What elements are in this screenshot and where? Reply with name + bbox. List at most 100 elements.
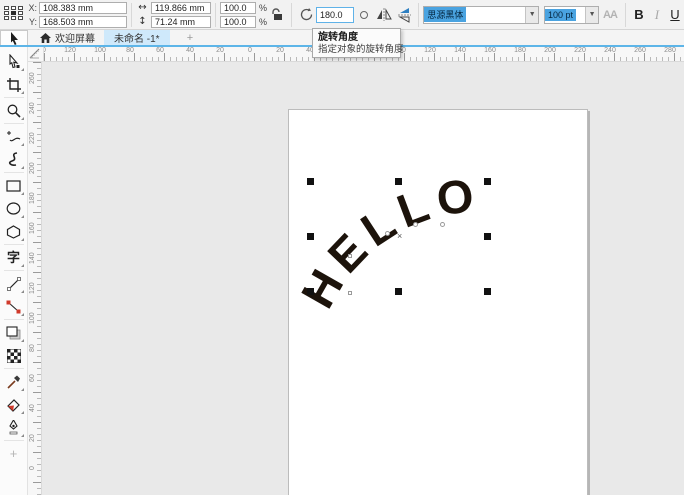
h-ruler-label: 40 <box>178 47 202 54</box>
zoom-tool[interactable] <box>2 99 26 122</box>
font-family-dropdown-arrow[interactable]: ▼ <box>525 7 538 23</box>
tab-welcome-label: 欢迎屏幕 <box>55 30 95 45</box>
connector-tool[interactable] <box>2 295 26 318</box>
bold-button[interactable]: B <box>630 5 648 25</box>
scale-x-input[interactable]: 100.0 <box>220 2 256 14</box>
v-ruler-label: 240 <box>28 96 37 120</box>
v-ruler-label: 100 <box>28 306 37 330</box>
selection-handle[interactable] <box>307 178 314 185</box>
h-ruler-label: 160 <box>478 47 502 54</box>
tab-welcome-screen[interactable]: 欢迎屏幕 <box>30 30 105 45</box>
scale-y-input[interactable]: 100.0 <box>220 16 256 28</box>
outline-pen-tool[interactable] <box>2 416 26 439</box>
x-position-input[interactable]: 108.383 mm <box>39 2 127 14</box>
rotation-angle-input[interactable]: 180.0 <box>316 7 354 23</box>
font-size-dropdown-arrow[interactable]: ▼ <box>585 7 598 23</box>
mirror-vertical-button[interactable] <box>394 5 414 25</box>
drop-shadow-tool[interactable] <box>2 321 26 344</box>
font-family-select[interactable]: 思源黑体 ▼ <box>423 6 539 24</box>
h-ruler-label: 140 <box>448 47 472 54</box>
freehand-tool[interactable] <box>2 125 26 148</box>
v-ruler-label: 220 <box>28 126 37 150</box>
object-height-input[interactable]: 71.24 mm <box>151 16 211 28</box>
h-ruler-label: 180 <box>508 47 532 54</box>
vertical-ruler[interactable]: 260240220200180160140120100806040200 <box>28 62 42 495</box>
document-page[interactable] <box>288 109 588 495</box>
v-ruler-label: 120 <box>28 276 37 300</box>
h-ruler-label: 140 <box>44 47 52 54</box>
h-ruler-label: 260 <box>628 47 652 54</box>
h-ruler-label: 100 <box>88 47 112 54</box>
y-label: Y: <box>27 17 37 27</box>
pick-cursor-icon <box>9 32 20 45</box>
v-ruler-label: 0 <box>28 456 37 480</box>
ellipse-tool[interactable] <box>2 197 26 220</box>
tooltip-title: 旋转角度 <box>318 31 395 44</box>
selection-handle[interactable] <box>484 178 491 185</box>
rotation-icon <box>296 5 316 25</box>
smart-fill-tool[interactable] <box>2 393 26 416</box>
scale-x-percent: % <box>259 3 267 13</box>
italic-button[interactable]: I <box>648 5 666 25</box>
crop-tool[interactable] <box>2 73 26 96</box>
font-size-select[interactable]: 100 pt ▼ <box>544 6 599 24</box>
v-ruler-label: 160 <box>28 216 37 240</box>
object-origin-selector[interactable] <box>4 6 24 23</box>
selection-center-mark[interactable]: × <box>397 231 402 241</box>
lock-ratio-button[interactable] <box>267 5 287 25</box>
shape-tool[interactable] <box>2 50 26 73</box>
selection-handle[interactable] <box>395 288 402 295</box>
mirror-horizontal-button[interactable] <box>374 5 394 25</box>
add-tool-button[interactable]: + <box>2 442 26 465</box>
x-label: X: <box>27 3 37 13</box>
selection-handle[interactable] <box>307 233 314 240</box>
selection-handle[interactable] <box>484 233 491 240</box>
artistic-media-tool[interactable] <box>2 148 26 171</box>
tooltip-description: 指定对象的旋转角度 <box>318 44 395 56</box>
h-ruler-label: 120 <box>418 47 442 54</box>
tab-document-label: 未命名 -1* <box>114 30 160 45</box>
new-document-tab-button[interactable]: + <box>182 31 198 45</box>
line-tool[interactable] <box>2 272 26 295</box>
scale-y-percent: % <box>259 17 267 27</box>
h-ruler-label: 120 <box>58 47 82 54</box>
text-tool[interactable]: 字 <box>2 246 26 269</box>
rotation-direction-icon[interactable] <box>354 5 374 25</box>
object-width-icon: ↔ <box>136 2 149 13</box>
v-ruler-label: 200 <box>28 156 37 180</box>
h-ruler-label: 240 <box>598 47 622 54</box>
tab-untitled-document[interactable]: 未命名 -1* <box>104 30 170 45</box>
selection-handle[interactable] <box>307 288 314 295</box>
eyedropper-tool[interactable] <box>2 370 26 393</box>
font-family-value: 思源黑体 <box>424 7 466 22</box>
underline-button[interactable]: U <box>666 5 684 25</box>
h-ruler-label: 20 <box>268 47 292 54</box>
h-ruler-label: 60 <box>148 47 172 54</box>
h-ruler-label: 80 <box>118 47 142 54</box>
drawing-workspace[interactable] <box>42 47 684 495</box>
font-resize-icon: AA <box>603 9 617 21</box>
object-height-icon: ↕ <box>136 16 149 27</box>
v-ruler-label: 80 <box>28 336 37 360</box>
selection-handle[interactable] <box>484 288 491 295</box>
object-width-input[interactable]: 119.866 mm <box>151 2 211 14</box>
toolbox: 字+ <box>0 47 28 495</box>
v-ruler-label: 140 <box>28 246 37 270</box>
rectangle-tool[interactable] <box>2 174 26 197</box>
h-ruler-label: 280 <box>658 47 682 54</box>
y-position-input[interactable]: 168.503 mm <box>39 16 127 28</box>
v-ruler-label: 40 <box>28 396 37 420</box>
selection-handle[interactable] <box>395 178 402 185</box>
transparency-tool[interactable] <box>2 344 26 367</box>
v-ruler-label: 20 <box>28 426 37 450</box>
rotation-tooltip: 旋转角度 指定对象的旋转角度 <box>312 28 401 58</box>
font-size-value: 100 pt <box>545 9 576 21</box>
v-ruler-label: 60 <box>28 366 37 390</box>
h-ruler-label: 20 <box>208 47 232 54</box>
v-ruler-label: 180 <box>28 186 37 210</box>
h-ruler-label: 220 <box>568 47 592 54</box>
polygon-tool[interactable] <box>2 220 26 243</box>
v-ruler-label: 260 <box>28 66 37 90</box>
property-bar: X: 108.383 mm Y: 168.503 mm ↔ 119.866 mm… <box>0 0 684 30</box>
ruler-origin-corner[interactable] <box>28 47 44 62</box>
